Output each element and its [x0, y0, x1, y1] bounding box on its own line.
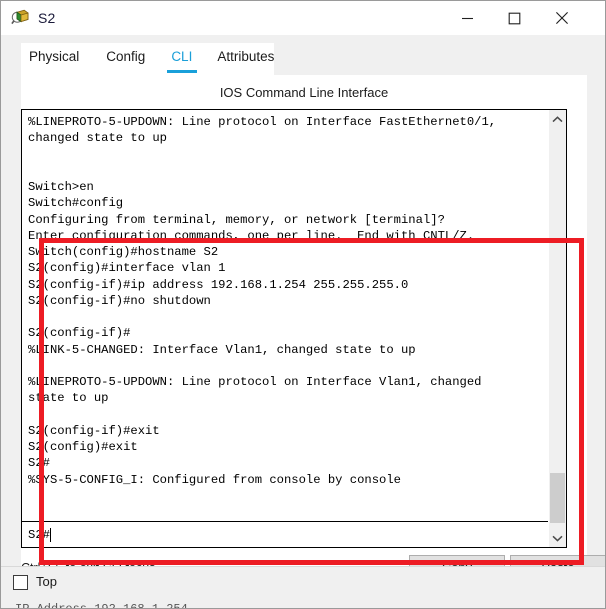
terminal-line: %LINK-5-CHANGED: Interface Vlan1, change… — [28, 342, 416, 357]
terminal-line: Configuring from terminal, memory, or ne… — [28, 212, 445, 227]
command-input-row[interactable]: S2# — [22, 521, 548, 547]
scrollbar-thumb[interactable] — [550, 473, 565, 523]
tab-cli-label: CLI — [171, 49, 193, 64]
window-title: S2 — [38, 10, 56, 26]
terminal-line: S2(config-if)#ip address 192.168.1.254 2… — [28, 277, 409, 292]
maximize-icon — [508, 12, 520, 24]
terminal-line: S2(config-if)#exit — [28, 423, 160, 438]
terminal-line: %LINEPROTO-5-UPDOWN: Line protocol on In… — [28, 375, 482, 389]
maximize-button[interactable] — [491, 1, 537, 35]
terminal-line: Switch#config — [28, 196, 124, 211]
tab-attributes-label: Attributes — [217, 49, 275, 64]
tab-active-indicator — [167, 70, 198, 73]
tab-cli[interactable]: CLI — [167, 43, 198, 73]
close-icon — [555, 11, 569, 25]
terminal-line: Enter configuration commands, one per li… — [28, 228, 475, 243]
top-checkbox-label: Top — [36, 574, 57, 589]
tab-physical-label: Physical — [29, 49, 80, 64]
tab-physical[interactable]: Physical — [29, 43, 79, 69]
terminal-line: Switch(config)#hostname S2 — [28, 245, 219, 259]
bottom-bar: Top IP Address 192.168.1.254 — [1, 567, 605, 608]
scroll-up-button[interactable] — [549, 110, 566, 128]
text-caret — [49, 527, 51, 542]
terminal-line: %LINEPROTO-5-UPDOWN: Line protocol on In… — [28, 115, 497, 129]
terminal-line: S2(config)#interface vlan 1 — [28, 261, 226, 276]
terminal-output: %LINEPROTO-5-UPDOWN: Line protocol on In… — [22, 110, 548, 521]
chevron-down-icon — [552, 535, 563, 542]
terminal-container: %LINEPROTO-5-UPDOWN: Line protocol on In… — [21, 109, 567, 548]
panel-heading: IOS Command Line Interface — [219, 85, 389, 100]
terminal-line: S2(config)#exit — [28, 440, 138, 454]
terminal-line: changed state to up — [28, 131, 167, 146]
tab-config-label: Config — [106, 49, 146, 64]
clipped-bottom-text: IP Address 192.168.1.254 — [15, 602, 188, 609]
tab-attributes[interactable]: Attributes — [217, 43, 274, 69]
tab-bar: Physical Config CLI Attributes — [21, 43, 274, 75]
chevron-up-icon — [552, 115, 563, 122]
terminal-line: %SYS-5-CONFIG_I: Configured from console… — [28, 472, 401, 487]
terminal-line: S2# — [28, 456, 50, 471]
title-bar: S2 — [1, 1, 605, 35]
device-config-window: S2 Physical Config CLI Attributes IOS Co… — [0, 0, 606, 609]
command-input-value: S2# — [28, 527, 50, 542]
terminal-line: S2(config-if)#no shutdown — [28, 293, 211, 308]
top-checkbox[interactable] — [13, 575, 28, 590]
minimize-icon — [461, 17, 473, 19]
tab-config[interactable]: Config — [106, 43, 145, 69]
terminal-line: state to up — [28, 391, 109, 406]
terminal-line: Switch>en — [28, 180, 94, 194]
terminal-line: S2(config-if)# — [28, 326, 131, 341]
close-button[interactable] — [539, 1, 585, 35]
packet-tracer-device-icon — [11, 9, 29, 27]
terminal-scrollbar[interactable] — [548, 110, 566, 547]
cli-panel: IOS Command Line Interface %LINEPROTO-5-… — [21, 75, 605, 580]
scroll-down-button[interactable] — [549, 529, 566, 547]
minimize-button[interactable] — [444, 1, 490, 35]
